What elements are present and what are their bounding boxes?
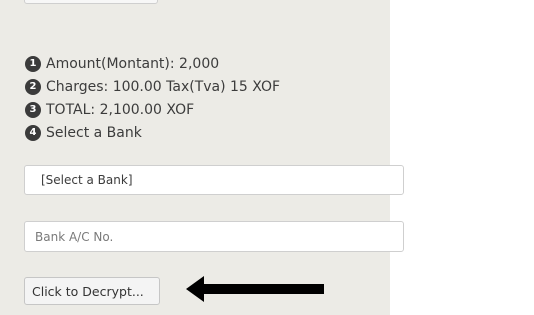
step-number-badge: 4 xyxy=(25,124,41,141)
step-number-badge: 1 xyxy=(25,55,41,72)
step-label: Select a Bank xyxy=(46,124,142,141)
step-label: Charges: 100.00 Tax(Tva) 15 XOF xyxy=(46,78,281,95)
step-amount: 1 Amount(Montant): 2,000 xyxy=(25,52,280,75)
step-charges: 2 Charges: 100.00 Tax(Tva) 15 XOF xyxy=(25,75,280,98)
step-number-badge: 2 xyxy=(25,78,41,95)
step-total: 3 TOTAL: 2,100.00 XOF xyxy=(25,98,280,121)
bank-select-value: [Select a Bank] xyxy=(41,173,133,187)
left-arrow-icon xyxy=(186,276,324,302)
step-label: TOTAL: 2,100.00 XOF xyxy=(46,101,195,118)
payment-panel xyxy=(0,0,390,315)
step-number-badge: 3 xyxy=(25,101,41,118)
bank-account-input[interactable] xyxy=(24,221,404,252)
step-label: Amount(Montant): 2,000 xyxy=(46,55,220,72)
top-button-partial[interactable] xyxy=(24,0,158,4)
payment-steps: 1 Amount(Montant): 2,000 2 Charges: 100.… xyxy=(25,52,280,144)
decrypt-button[interactable]: Click to Decrypt... xyxy=(24,277,160,305)
page-background xyxy=(390,0,534,315)
step-select-bank: 4 Select a Bank xyxy=(25,121,280,144)
bank-select-dropdown[interactable]: [Select a Bank] xyxy=(24,165,404,195)
